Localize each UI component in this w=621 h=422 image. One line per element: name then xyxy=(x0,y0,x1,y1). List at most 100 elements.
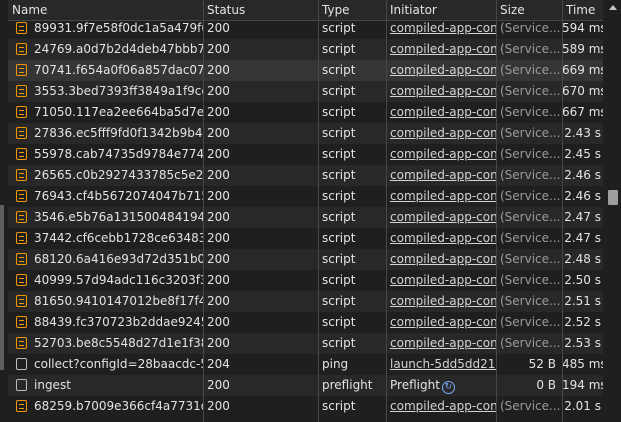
cell-status-text: 200 xyxy=(207,105,230,119)
initiator-link[interactable]: compiled-app-config xyxy=(390,189,496,203)
cell-time-text: 2.53 s xyxy=(564,336,601,350)
cell-name[interactable]: 37442.cf6cebb1728ce634838... xyxy=(8,228,203,249)
cell-size-text: (Service... xyxy=(500,231,561,245)
request-name: 68120.6a416e93d72d351b06... xyxy=(34,252,203,266)
preflight-icon[interactable]: ↻ xyxy=(441,381,455,394)
initiator-link[interactable]: compiled-app-config xyxy=(390,273,496,287)
cell-type-text: script xyxy=(322,336,356,350)
cell-size-text: (Service... xyxy=(500,399,561,413)
column-divider[interactable] xyxy=(496,0,497,422)
initiator-link[interactable]: compiled-app-config xyxy=(390,84,496,98)
initiator-link[interactable]: compiled-app-config xyxy=(390,399,496,413)
cell-status: 200 xyxy=(203,165,318,186)
cell-time: 2.47 s xyxy=(562,207,603,228)
initiator-link[interactable]: compiled-app-config xyxy=(390,147,496,161)
table-row[interactable]: 68120.6a416e93d72d351b06... 200 script comp… xyxy=(8,249,603,270)
cell-name[interactable]: 3553.3bed7393ff3849a1f9ce.js xyxy=(8,81,203,102)
cell-name[interactable]: 71050.117ea2ee664ba5d7e7... xyxy=(8,102,203,123)
initiator-link[interactable]: compiled-app-config xyxy=(390,126,496,140)
cell-name[interactable]: 89931.9f7e58f0dc1a5a479f6... xyxy=(8,18,203,39)
cell-name[interactable]: 52703.be8c5548d27d1e1f38... xyxy=(8,333,203,354)
table-row[interactable]: 88439.fc370723b2ddae9245... 200 script comp… xyxy=(8,312,603,333)
cell-name[interactable]: 24769.a0d7b2d4deb47bbb7... xyxy=(8,39,203,60)
cell-type: ping xyxy=(318,354,386,375)
table-row[interactable]: 52703.be8c5548d27d1e1f38... 200 script comp… xyxy=(8,333,603,354)
initiator-link[interactable]: compiled-app-config xyxy=(390,168,496,182)
table-row[interactable]: 24769.a0d7b2d4deb47bbb7... 200 script compi… xyxy=(8,39,603,60)
table-row[interactable]: 27836.ec5fff9fd0f1342b9b47.js 200 script co… xyxy=(8,123,603,144)
cell-name[interactable]: 81650.9410147012be8f17f4e... xyxy=(8,291,203,312)
cell-name[interactable]: collect?configId=28baacdc-5... xyxy=(8,354,203,375)
cell-name[interactable]: ingest xyxy=(8,375,203,396)
cell-type: preflight xyxy=(318,375,386,396)
initiator-link[interactable]: compiled-app-config xyxy=(390,210,496,224)
initiator-link[interactable]: compiled-app-config xyxy=(390,42,496,56)
cell-time: 589 ms xyxy=(562,39,603,60)
request-name: 81650.9410147012be8f17f4e... xyxy=(34,294,203,308)
cell-name[interactable]: 68120.6a416e93d72d351b06... xyxy=(8,249,203,270)
table-row[interactable]: 3546.e5b76a1315004841940... 200 script comp… xyxy=(8,207,603,228)
table-row[interactable]: 55978.cab74735d9784e774b... 200 script comp… xyxy=(8,144,603,165)
column-divider[interactable] xyxy=(562,0,563,422)
cell-name[interactable]: 3546.e5b76a1315004841940... xyxy=(8,207,203,228)
table-row[interactable]: 68259.b7009e366cf4a7731d... 200 script comp… xyxy=(8,396,603,417)
request-name: 68259.b7009e366cf4a7731d... xyxy=(34,399,203,413)
column-header-time[interactable]: Time xyxy=(562,0,603,20)
table-row[interactable]: 37442.cf6cebb1728ce634838... 200 script com… xyxy=(8,228,603,249)
cell-type-text: script xyxy=(322,126,356,140)
cell-type: script xyxy=(318,186,386,207)
column-header-type[interactable]: Type xyxy=(318,0,386,20)
table-row[interactable]: 70741.f654a0f06a857dac07b... 200 script com… xyxy=(8,60,603,81)
cell-size-text: (Service... xyxy=(500,147,561,161)
column-header-size[interactable]: Size xyxy=(496,0,562,20)
table-row[interactable]: ingest 200 preflight Preflight ↻ 0 B 194 ms xyxy=(8,375,603,396)
column-header-initiator[interactable]: Initiator xyxy=(386,0,496,20)
column-header-name[interactable]: Name xyxy=(8,0,203,20)
cell-name[interactable]: 70741.f654a0f06a857dac07b... xyxy=(8,60,203,81)
cell-status: 204 xyxy=(203,354,318,375)
cell-name[interactable]: 88439.fc370723b2ddae9245... xyxy=(8,312,203,333)
cell-type-text: script xyxy=(322,189,356,203)
scroll-up-arrow-icon[interactable] xyxy=(609,5,617,10)
table-row[interactable]: 26565.c0b2927433785c5e2cf... 200 script com… xyxy=(8,165,603,186)
initiator-link[interactable]: compiled-app-config xyxy=(390,252,496,266)
cell-type: script xyxy=(318,102,386,123)
initiator-link[interactable]: compiled-app-config xyxy=(390,105,496,119)
initiator-link[interactable]: compiled-app-config xyxy=(390,294,496,308)
cell-name[interactable]: 76943.cf4b5672074047b715... xyxy=(8,186,203,207)
table-row[interactable]: 81650.9410147012be8f17f4e... 200 script com… xyxy=(8,291,603,312)
cell-type: script xyxy=(318,249,386,270)
cell-size: (Service... xyxy=(496,228,562,249)
table-row[interactable]: 71050.117ea2ee664ba5d7e7... 200 script comp… xyxy=(8,102,603,123)
table-row[interactable]: 89931.9f7e58f0dc1a5a479f6... 200 script com… xyxy=(8,18,603,39)
cell-status: 200 xyxy=(203,144,318,165)
initiator-link[interactable]: compiled-app-config xyxy=(390,231,496,245)
table-row[interactable]: collect?configId=28baacdc-5... 204 ping lau… xyxy=(8,354,603,375)
cell-type-text: script xyxy=(322,42,356,56)
column-divider[interactable] xyxy=(318,0,319,422)
column-divider[interactable] xyxy=(203,0,204,422)
cell-status: 200 xyxy=(203,228,318,249)
cell-size-text: (Service... xyxy=(500,252,561,266)
vertical-scrollbar[interactable] xyxy=(604,0,621,422)
cell-name[interactable]: 68259.b7009e366cf4a7731d... xyxy=(8,396,203,417)
initiator-link[interactable]: compiled-app-config xyxy=(390,336,496,350)
table-row[interactable]: 76943.cf4b5672074047b715... 200 script comp… xyxy=(8,186,603,207)
cell-name[interactable]: 26565.c0b2927433785c5e2cf... xyxy=(8,165,203,186)
cell-name[interactable]: 27836.ec5fff9fd0f1342b9b47.js xyxy=(8,123,203,144)
initiator-link[interactable]: launch-5dd5dd2177 xyxy=(390,357,496,371)
table-row[interactable]: 40999.57d94adc116c3203f35... 200 script com… xyxy=(8,270,603,291)
initiator-link[interactable]: compiled-app-config xyxy=(390,315,496,329)
scrollbar-thumb[interactable] xyxy=(608,190,618,205)
initiator-link[interactable]: compiled-app-config xyxy=(390,21,496,35)
table-row[interactable]: 3553.3bed7393ff3849a1f9ce.js 200 script com… xyxy=(8,81,603,102)
initiator-link[interactable]: compiled-app-config xyxy=(390,63,496,77)
cell-name[interactable]: 40999.57d94adc116c3203f35... xyxy=(8,270,203,291)
cell-name[interactable]: 55978.cab74735d9784e774b... xyxy=(8,144,203,165)
cell-initiator: compiled-app-config xyxy=(386,39,496,60)
script-file-icon xyxy=(16,64,27,76)
cell-status-text: 200 xyxy=(207,231,230,245)
column-divider[interactable] xyxy=(386,0,387,422)
cell-status-text: 200 xyxy=(207,399,230,413)
column-header-status[interactable]: Status xyxy=(203,0,318,20)
